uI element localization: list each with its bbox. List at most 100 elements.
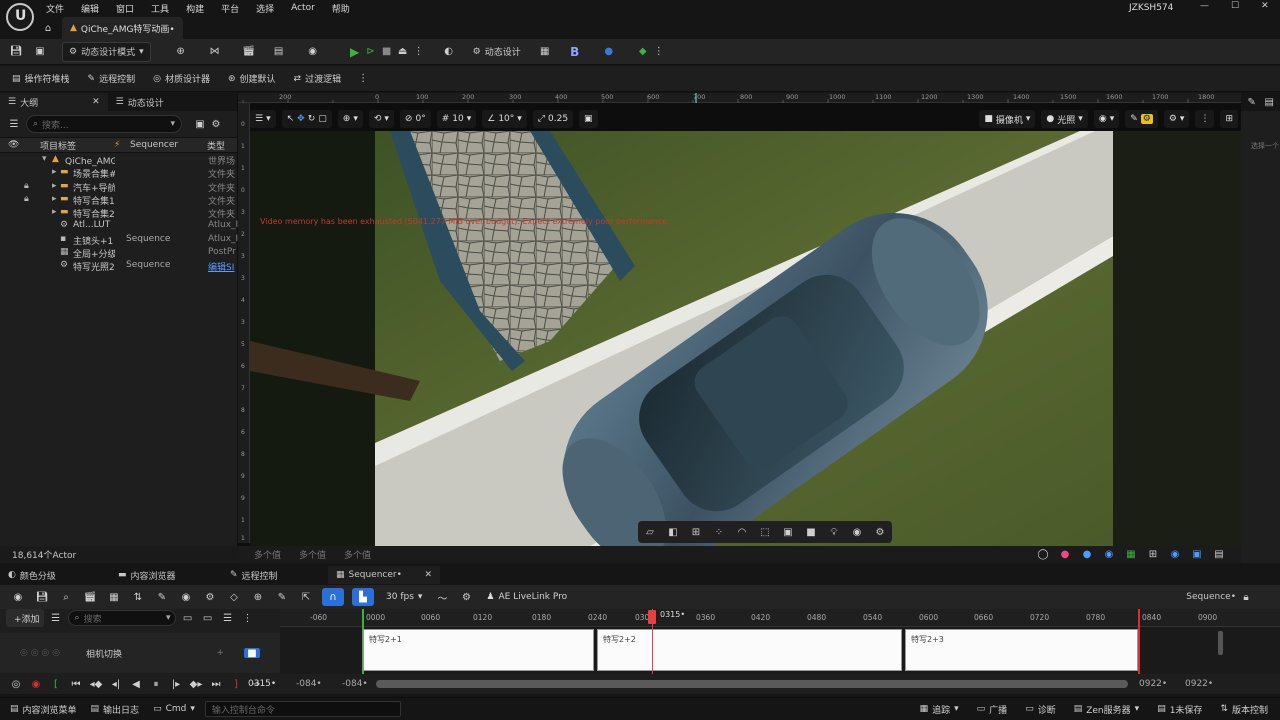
close-tab-icon[interactable]: ✕ bbox=[92, 97, 100, 107]
close-button[interactable]: ✕ bbox=[1261, 1, 1269, 11]
time-ruler[interactable]: -060 0000 0060 0120 0180 0240 0300 0360 … bbox=[280, 609, 1280, 627]
tree-row[interactable]: ▸ ▬ 场景合集# 文件夹 bbox=[0, 167, 237, 180]
blueprint-icon[interactable]: ⋈ bbox=[207, 44, 223, 60]
dots-icon[interactable]: ⁘ bbox=[711, 524, 727, 540]
performance-dropdown[interactable]: ✎ ⚙ bbox=[1125, 110, 1158, 128]
outliner-search-input[interactable]: ⌕ 搜索... ▾ bbox=[26, 115, 182, 133]
camera-speed[interactable]: ▣ bbox=[579, 110, 598, 128]
lighting-dropdown[interactable]: ● 光照 ▾ bbox=[1041, 110, 1088, 128]
maximize-button[interactable]: ☐ bbox=[1231, 1, 1239, 11]
pencil-icon[interactable]: ✎ bbox=[274, 589, 290, 605]
camera-icon[interactable]: ■ bbox=[803, 524, 819, 540]
ae-livelink-button[interactable]: ♟ AE LiveLink Pro bbox=[482, 588, 571, 606]
render-icon[interactable]: ▦ bbox=[106, 589, 122, 605]
next-key-icon[interactable]: ◆▸ bbox=[188, 676, 204, 692]
snap-tool-icon[interactable]: ⇅ bbox=[130, 589, 146, 605]
tree-row[interactable]: ⚙ 特写光照2 Sequence 编辑SI bbox=[0, 260, 237, 273]
settings-icon[interactable]: ⚙ bbox=[872, 524, 888, 540]
tab-color-grading[interactable]: ◐ 颜色分级 bbox=[0, 566, 110, 584]
settings-icon[interactable]: ⚙ bbox=[208, 116, 224, 132]
content-drawer-button[interactable]: ▤ 内容浏览菜单 bbox=[6, 700, 81, 718]
broadcast-button[interactable]: ▭ 广播 bbox=[973, 700, 1012, 718]
filter-icon[interactable]: ☰ bbox=[6, 116, 22, 132]
shot-clip[interactable]: 特写2+3 bbox=[905, 629, 1138, 671]
shot-clip[interactable]: 特写2+2 bbox=[597, 629, 902, 671]
add-key-icon[interactable]: + bbox=[216, 648, 224, 658]
source-control-button[interactable]: ⇅ 版本控制 bbox=[1216, 700, 1272, 718]
film-icon[interactable]: 🎬︎ bbox=[82, 589, 98, 605]
shot-clip[interactable]: 特写2+1 bbox=[363, 629, 594, 671]
settings-dropdown[interactable]: ⚙ ▾ bbox=[1163, 110, 1190, 128]
collapse-icon[interactable]: ▭ bbox=[180, 610, 196, 626]
location-snap[interactable]: #10 ▾ bbox=[436, 110, 477, 128]
play-step-icon[interactable]: ⊳ bbox=[363, 44, 379, 60]
expand-right-icon[interactable]: ▸ bbox=[52, 167, 57, 177]
range-start-icon[interactable]: [ bbox=[48, 676, 64, 692]
move-icon[interactable]: ✥ bbox=[297, 114, 305, 124]
stop-icon[interactable]: ■ bbox=[379, 44, 395, 60]
cinematics-icon[interactable]: 🎬︎ bbox=[241, 44, 257, 60]
lock-icon[interactable]: 🔒︎ bbox=[24, 181, 29, 191]
camera-dropdown[interactable]: ■ 摄像机 ▾ bbox=[979, 110, 1036, 128]
zen-server-button[interactable]: ▤ Zen服务器 ▾ bbox=[1070, 700, 1143, 718]
eye-icon[interactable]: ◉ bbox=[849, 524, 865, 540]
mesh-icon[interactable]: ⬚ bbox=[757, 524, 773, 540]
tree-row[interactable]: 🔒︎ ▸ ▬ 特写合集1 文件夹 bbox=[0, 194, 237, 207]
menu-help[interactable]: 帮助 bbox=[332, 2, 350, 15]
rotate-icon[interactable]: ↻ bbox=[308, 114, 316, 124]
rotation-snap[interactable]: ∠ 10° ▾ bbox=[482, 110, 527, 128]
more-icon[interactable]: ⋮ bbox=[240, 610, 256, 626]
scrollbar-thumb[interactable] bbox=[376, 680, 1128, 688]
record-settings-icon[interactable]: ◎ bbox=[8, 676, 24, 692]
expand-icon[interactable]: ▭ bbox=[200, 610, 216, 626]
tree-row[interactable]: ⚙ Atl...LUT Atlux_I bbox=[0, 220, 238, 233]
plane-icon[interactable]: ▱ bbox=[642, 524, 658, 540]
view-range-end[interactable]: 0922• bbox=[1185, 679, 1213, 689]
create-default-button[interactable]: ⊛ 创建默认 bbox=[224, 70, 280, 88]
cube-icon[interactable]: ◧ bbox=[665, 524, 681, 540]
transition-logic-button[interactable]: ⇄ 过渡逻辑 bbox=[290, 70, 346, 88]
working-range-start[interactable]: -084• bbox=[342, 679, 368, 689]
tab-sequencer[interactable]: ▦ Sequencer• ✕ bbox=[328, 566, 440, 584]
minimize-button[interactable]: — bbox=[1200, 1, 1209, 11]
channel-icon[interactable]: ● bbox=[1079, 547, 1095, 563]
menu-select[interactable]: 选择 bbox=[256, 2, 274, 15]
eye-blue-icon[interactable]: ◉ bbox=[1101, 547, 1117, 563]
add-actor-icon[interactable]: ⊕ bbox=[173, 44, 189, 60]
track-controls-icon[interactable]: ◎ ◎ ◎ ◎ bbox=[20, 648, 60, 658]
vertical-scrollbar[interactable] bbox=[1218, 631, 1223, 655]
range-end-marker[interactable] bbox=[1138, 609, 1140, 674]
menu-platform[interactable]: 平台 bbox=[221, 2, 239, 15]
surface-snap[interactable]: ⟲ ▾ bbox=[368, 110, 394, 128]
visibility-icon[interactable]: ◉ bbox=[1167, 547, 1183, 563]
select-icon[interactable]: ↖ bbox=[287, 114, 295, 124]
more-options[interactable]: ⋮ bbox=[1195, 110, 1215, 128]
lock-icon[interactable]: 🔒︎ bbox=[24, 194, 29, 204]
home-icon[interactable]: ⌂ bbox=[40, 20, 56, 36]
level-tab[interactable]: ▲ QiChe_AMG特写动画• bbox=[62, 17, 183, 39]
curve-editor-icon[interactable]: 〜 bbox=[434, 589, 450, 605]
current-frame[interactable]: 0315• bbox=[248, 679, 276, 689]
tree-row[interactable]: ▪ 主镜头+1 Sequence Atlux_I bbox=[0, 234, 238, 247]
sequencer-timeline[interactable]: -060 0000 0060 0120 0180 0240 0300 0360 … bbox=[280, 609, 1280, 674]
range-end-icon[interactable]: ] bbox=[228, 676, 244, 692]
level-viewport[interactable]: 200 0 100 200 300 400 500 600 700 800 90… bbox=[238, 93, 1241, 563]
broadcast-icon[interactable]: ◉ bbox=[305, 44, 321, 60]
menu-actor[interactable]: Actor bbox=[291, 3, 315, 13]
playhead-handle[interactable] bbox=[648, 610, 656, 624]
layers-icon[interactable]: ▤ bbox=[271, 44, 287, 60]
save-icon[interactable]: 💾︎ bbox=[8, 44, 24, 60]
fps-dropdown[interactable]: 30 fps ▾ bbox=[382, 588, 426, 606]
snap-toggle-icon[interactable]: ▣ bbox=[1189, 547, 1205, 563]
globe-icon[interactable]: ● bbox=[601, 44, 617, 60]
plugin-icon[interactable]: ◆ bbox=[635, 44, 651, 60]
operator-stack-button[interactable]: ▤ 操作符堆栈 bbox=[8, 70, 74, 88]
output-log-button[interactable]: ▤ 输出日志 bbox=[87, 700, 144, 718]
location-field[interactable]: 多个值 bbox=[254, 548, 281, 561]
filter-icon[interactable]: ☰ bbox=[48, 610, 64, 626]
browse-icon[interactable]: ▣ bbox=[32, 44, 48, 60]
shading-icon[interactable]: ◯ bbox=[1035, 547, 1051, 563]
jump-end-icon[interactable]: ⏭ bbox=[208, 676, 224, 692]
save-icon[interactable]: 💾︎ bbox=[34, 589, 50, 605]
working-range-end[interactable]: 0922• bbox=[1139, 679, 1167, 689]
